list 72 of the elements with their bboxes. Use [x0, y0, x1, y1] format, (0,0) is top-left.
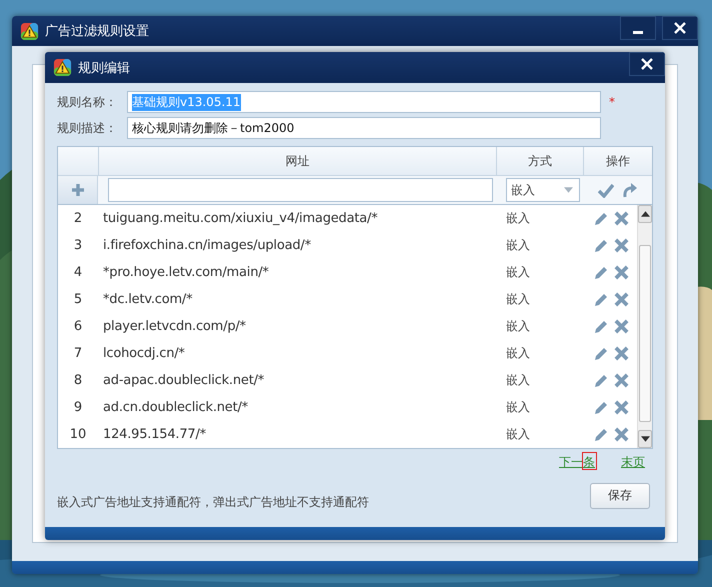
pencil-icon[interactable]	[593, 426, 609, 442]
row-number: 8	[72, 373, 84, 388]
pencil-icon[interactable]	[593, 292, 609, 308]
pencil-icon[interactable]	[593, 372, 609, 388]
row-number: 2	[72, 211, 84, 226]
dialog-title: 规则编辑	[78, 60, 130, 76]
row-number: 10	[68, 427, 88, 442]
close-button[interactable]	[629, 52, 665, 76]
table-cell-text: player.letvcdn.com/p/*	[102, 319, 247, 334]
delete-icon[interactable]	[614, 211, 629, 226]
delete-icon[interactable]	[614, 238, 629, 253]
close-button[interactable]	[662, 16, 698, 40]
table-cell-text: 嵌入	[505, 237, 531, 254]
table-cell-text: 嵌入	[505, 399, 531, 416]
input-field[interactable]: 核心规则请勿删除－tom2000	[127, 117, 601, 139]
table-cell-text: 嵌入	[505, 210, 531, 227]
pencil-icon[interactable]	[593, 210, 609, 226]
row-number: 9	[72, 400, 84, 415]
pencil-icon[interactable]	[593, 346, 609, 362]
delete-icon[interactable]	[614, 346, 629, 361]
caret-icon	[564, 187, 573, 193]
table-cell-text: *pro.hoye.letv.com/main/*	[102, 265, 270, 280]
window-title: 广告过滤规则设置	[45, 23, 149, 40]
table-cell-text: ad.cn.doubleclick.net/*	[102, 400, 249, 415]
delete-icon[interactable]	[614, 400, 629, 415]
required-mark: *	[609, 95, 615, 109]
table-cell-text: 嵌入	[505, 318, 531, 335]
down-arrow-icon[interactable]	[640, 436, 650, 442]
pencil-icon[interactable]	[593, 400, 609, 416]
add-button[interactable]	[58, 176, 98, 204]
table-cell-text: *dc.letv.com/*	[102, 292, 194, 307]
minimize-button[interactable]	[620, 16, 656, 40]
table-cell-text: tuiguang.meitu.com/xiuxiu_v4/imagedata/*	[102, 211, 379, 226]
table-cell-text: lcohocdj.cn/*	[102, 346, 186, 361]
row-number: 5	[72, 292, 84, 307]
table-cell-text: ad-apac.doubleclick.net/*	[102, 373, 266, 388]
table-cell-text: 嵌入	[505, 426, 531, 443]
plus-icon	[70, 182, 86, 198]
field-label: 规则名称：	[57, 94, 118, 110]
warning-icon	[20, 22, 39, 40]
row-number: 6	[72, 319, 84, 334]
redo-icon[interactable]	[622, 182, 638, 198]
table-cell-text: i.firefoxchina.cn/images/upload/*	[102, 238, 312, 253]
row-number: 7	[72, 346, 84, 361]
delete-icon[interactable]	[614, 292, 629, 307]
delete-icon[interactable]	[614, 427, 629, 442]
close-icon	[673, 21, 687, 35]
close-icon	[640, 57, 654, 71]
warning-icon	[53, 58, 72, 77]
delete-icon[interactable]	[614, 319, 629, 334]
pencil-icon[interactable]	[593, 264, 609, 280]
table-cell-text: 嵌入	[505, 291, 531, 308]
save-button[interactable]: 保存	[590, 482, 650, 508]
delete-icon[interactable]	[614, 373, 629, 388]
pencil-icon[interactable]	[593, 238, 609, 254]
delete-icon[interactable]	[614, 265, 629, 280]
confirm-icon[interactable]	[598, 182, 614, 198]
hint-text: 嵌入式广告地址支持通配符，弹出式广告地址不支持通配符	[57, 494, 369, 511]
up-arrow-icon[interactable]	[640, 211, 650, 217]
field-label: 规则描述：	[57, 120, 118, 136]
table-cell-text: 嵌入	[505, 372, 531, 389]
mode-dropdown[interactable]: 嵌入	[506, 178, 580, 202]
table-cell-text: 124.95.154.77/*	[102, 427, 207, 442]
row-number: 3	[72, 238, 84, 253]
table-cell-text: 嵌入	[505, 345, 531, 362]
row-number: 4	[72, 265, 84, 280]
minimize-icon	[632, 30, 644, 34]
table-cell-text: 嵌入	[505, 264, 531, 281]
pencil-icon[interactable]	[593, 318, 609, 334]
url-input-field[interactable]	[108, 178, 493, 202]
scrollbar[interactable]	[637, 205, 652, 448]
pager-link[interactable]: 末页	[621, 454, 645, 474]
